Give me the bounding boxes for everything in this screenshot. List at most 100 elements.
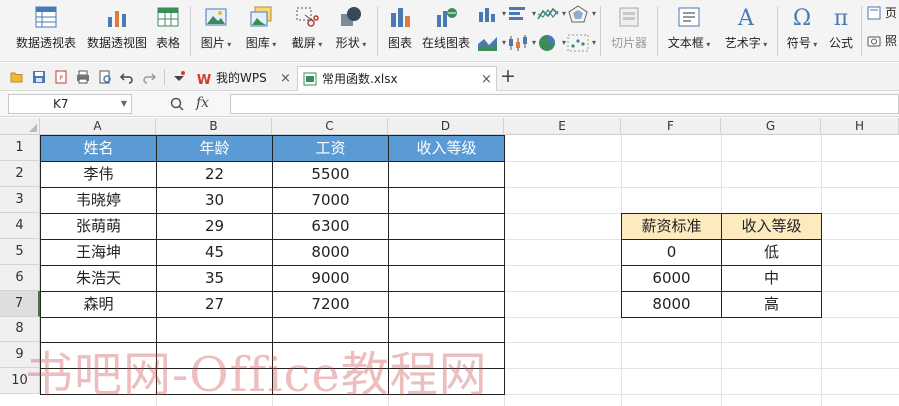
area-chart-dropdown[interactable]: ▾ bbox=[477, 34, 506, 52]
table-cell[interactable]: 森明 bbox=[40, 291, 157, 318]
empty-cell[interactable] bbox=[40, 317, 157, 343]
table-cell[interactable]: 45 bbox=[156, 239, 273, 266]
table-header-cell[interactable]: 收入等级 bbox=[388, 135, 505, 162]
table-cell[interactable]: 22 bbox=[156, 161, 273, 188]
open-folder-icon[interactable] bbox=[10, 70, 24, 84]
scatter-chart-dropdown[interactable]: ▾ bbox=[567, 34, 596, 52]
row-header[interactable]: 4 bbox=[0, 213, 40, 239]
row-header[interactable]: 1 bbox=[0, 135, 40, 161]
tab-active-workbook[interactable]: 常用函数.xlsx × bbox=[297, 66, 497, 91]
row-header[interactable]: 2 bbox=[0, 161, 40, 187]
lookup-header-cell[interactable]: 薪资标准 bbox=[621, 213, 722, 240]
table-header-cell[interactable]: 年龄 bbox=[156, 135, 273, 162]
lookup-cell[interactable]: 低 bbox=[721, 239, 822, 266]
table-cell[interactable] bbox=[388, 239, 505, 266]
empty-cell[interactable] bbox=[272, 342, 389, 369]
table-cell[interactable]: 27 bbox=[156, 291, 273, 318]
save-icon[interactable] bbox=[32, 70, 46, 84]
empty-cell[interactable] bbox=[388, 342, 505, 369]
lookup-cell[interactable]: 6000 bbox=[621, 265, 722, 292]
symbol-button[interactable]: Ω 符号 bbox=[782, 0, 822, 62]
column-header[interactable]: E bbox=[504, 118, 621, 135]
table-cell[interactable] bbox=[388, 265, 505, 292]
column-header[interactable]: C bbox=[272, 118, 388, 135]
formula-input[interactable] bbox=[230, 94, 899, 114]
table-cell[interactable]: 30 bbox=[156, 187, 273, 214]
textbox-button[interactable]: 文本框 bbox=[663, 0, 715, 62]
empty-cell[interactable] bbox=[272, 317, 389, 343]
table-cell[interactable]: 7000 bbox=[272, 187, 389, 214]
formula-button[interactable]: π 公式 bbox=[826, 0, 856, 62]
close-tab-icon[interactable]: × bbox=[481, 67, 492, 92]
column-chart-dropdown[interactable]: ▾ bbox=[477, 5, 506, 23]
lookup-cell[interactable]: 高 bbox=[721, 291, 822, 318]
customize-toolbar-icon[interactable] bbox=[172, 70, 186, 84]
table-cell[interactable]: 35 bbox=[156, 265, 273, 292]
table-header-cell[interactable]: 姓名 bbox=[40, 135, 157, 162]
print-icon[interactable] bbox=[76, 70, 90, 84]
table-button[interactable]: 表格 bbox=[152, 0, 184, 62]
empty-cell[interactable] bbox=[156, 317, 273, 343]
empty-cell[interactable] bbox=[272, 368, 389, 395]
print-preview-icon[interactable] bbox=[98, 70, 112, 84]
gallery-button[interactable]: 图库 bbox=[240, 0, 282, 62]
table-header-cell[interactable]: 工资 bbox=[272, 135, 389, 162]
online-chart-button[interactable]: 在线图表 bbox=[420, 0, 472, 62]
line-chart-dropdown[interactable]: ▾ bbox=[537, 5, 566, 23]
insert-function-button[interactable]: fx bbox=[196, 95, 209, 111]
stock-chart-dropdown[interactable]: ▾ bbox=[507, 34, 536, 52]
row-header[interactable]: 6 bbox=[0, 265, 40, 291]
picture-button[interactable]: 图片 bbox=[196, 0, 236, 62]
table-cell[interactable]: 5500 bbox=[272, 161, 389, 188]
select-all-corner[interactable] bbox=[0, 118, 40, 135]
screenshot-button[interactable]: 截屏 bbox=[286, 0, 328, 62]
empty-cell[interactable] bbox=[388, 317, 505, 343]
table-cell[interactable]: 韦晓婷 bbox=[40, 187, 157, 214]
column-header[interactable]: H bbox=[821, 118, 899, 135]
empty-cell[interactable] bbox=[40, 368, 157, 395]
chart-button[interactable]: 图表 bbox=[383, 0, 417, 62]
export-pdf-icon[interactable]: P bbox=[54, 70, 68, 84]
column-header[interactable]: D bbox=[388, 118, 504, 135]
row-header[interactable]: 8 bbox=[0, 317, 40, 342]
column-header[interactable]: B bbox=[156, 118, 272, 135]
wordart-button[interactable]: A 艺术字 bbox=[719, 0, 773, 62]
redo-icon[interactable] bbox=[142, 70, 156, 84]
column-header[interactable]: F bbox=[621, 118, 721, 135]
shape-button[interactable]: 形状 bbox=[330, 0, 372, 62]
pivot-table-button[interactable]: 数据透视表 bbox=[10, 0, 82, 62]
table-cell[interactable]: 王海坤 bbox=[40, 239, 157, 266]
table-cell[interactable] bbox=[388, 213, 505, 240]
radar-chart-dropdown[interactable]: ▾ bbox=[567, 5, 596, 23]
pie-chart-dropdown[interactable]: ▾ bbox=[537, 34, 566, 52]
row-header[interactable]: 3 bbox=[0, 187, 40, 213]
search-formula-icon[interactable] bbox=[170, 97, 184, 111]
name-box[interactable]: K7 ▼ bbox=[8, 94, 132, 114]
table-cell[interactable]: 李伟 bbox=[40, 161, 157, 188]
table-cell[interactable]: 张萌萌 bbox=[40, 213, 157, 240]
lookup-cell[interactable]: 8000 bbox=[621, 291, 722, 318]
table-cell[interactable]: 朱浩天 bbox=[40, 265, 157, 292]
camera-button[interactable]: 照 bbox=[867, 32, 899, 50]
lookup-cell[interactable]: 0 bbox=[621, 239, 722, 266]
empty-cell[interactable] bbox=[40, 342, 157, 369]
row-header[interactable]: 9 bbox=[0, 342, 40, 368]
tab-my-wps[interactable]: W 我的WPS × bbox=[192, 66, 292, 91]
empty-cell[interactable] bbox=[156, 368, 273, 395]
table-cell[interactable]: 7200 bbox=[272, 291, 389, 318]
new-tab-plus-icon[interactable]: + bbox=[500, 65, 516, 87]
column-header[interactable]: A bbox=[40, 118, 156, 135]
table-cell[interactable]: 6300 bbox=[272, 213, 389, 240]
table-cell[interactable] bbox=[388, 291, 505, 318]
empty-cell[interactable] bbox=[388, 368, 505, 395]
sheet-grid[interactable]: ABCDEFGH 1 2 3 4 5 6 7 8 9 10 姓名 年龄 工资 收入等级李伟 22 5500 韦… bbox=[0, 118, 899, 406]
table-cell[interactable]: 9000 bbox=[272, 265, 389, 292]
column-header[interactable]: G bbox=[721, 118, 821, 135]
empty-cell[interactable] bbox=[156, 342, 273, 369]
lookup-cell[interactable]: 中 bbox=[721, 265, 822, 292]
bar-chart-dropdown[interactable]: ▾ bbox=[507, 5, 536, 23]
close-tab-icon[interactable]: × bbox=[280, 66, 291, 91]
row-header[interactable]: 10 bbox=[0, 368, 40, 394]
row-header[interactable]: 7 bbox=[0, 291, 40, 317]
pivot-chart-button[interactable]: 数据透视图 bbox=[84, 0, 150, 62]
